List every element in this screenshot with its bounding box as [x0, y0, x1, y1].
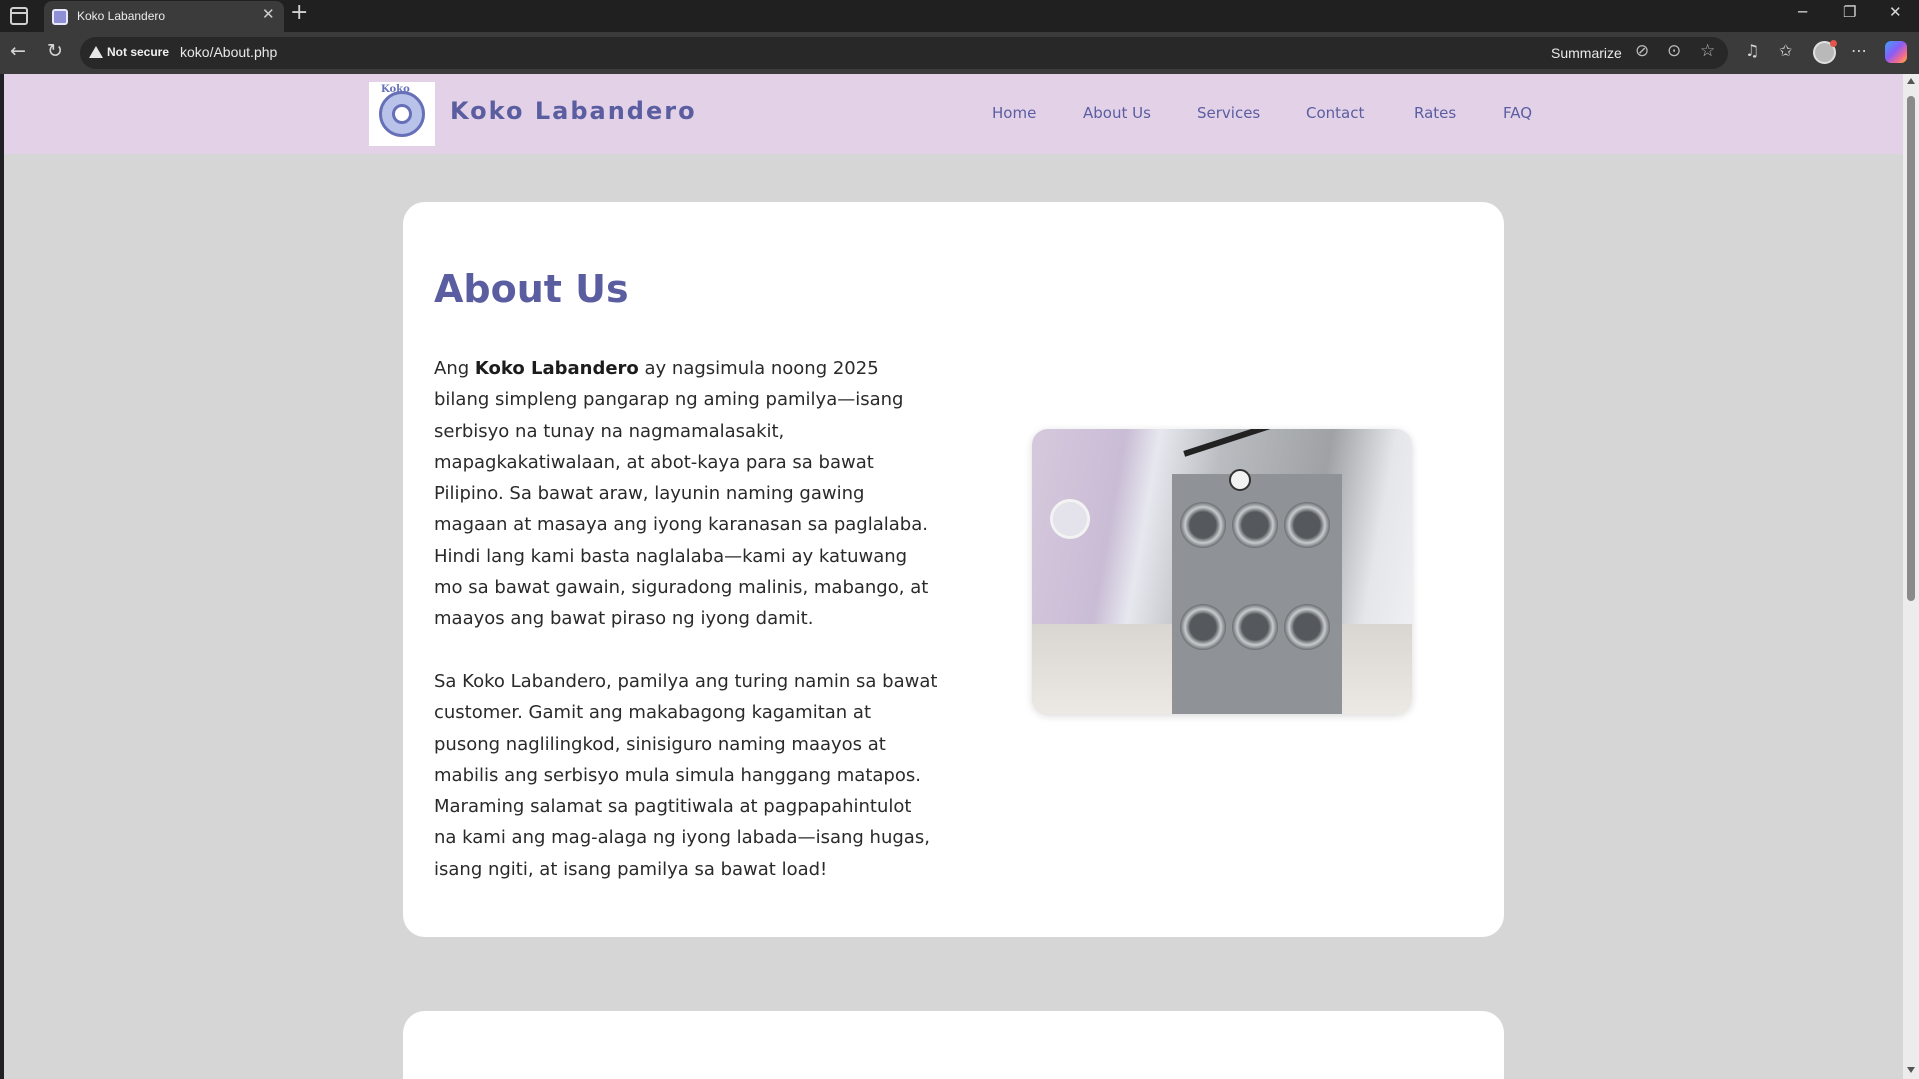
site-logo[interactable]: Koko — [369, 82, 435, 146]
new-tab-button[interactable]: + — [290, 2, 308, 24]
more-options-circle-icon[interactable]: ⊙ — [1667, 43, 1681, 60]
photo-washers — [1172, 474, 1342, 714]
p1-brand: Koko Labandero — [474, 358, 639, 379]
site-header: Koko Koko Labandero Home About Us Servic… — [4, 74, 1903, 154]
minimize-button[interactable]: ─ — [1798, 5, 1807, 20]
menu-icon[interactable]: ⋯ — [1851, 43, 1867, 59]
copilot-icon[interactable] — [1885, 41, 1907, 63]
favicon-icon — [52, 9, 68, 25]
security-status[interactable]: Not secure — [107, 45, 169, 59]
page-scrollbar[interactable] — [1903, 74, 1919, 1079]
logo-text: Koko — [381, 84, 410, 95]
browser-toolbar: ← ↻ Not secure koko/About.php Summarize … — [0, 32, 1919, 74]
page-viewport: Koko Koko Labandero Home About Us Servic… — [0, 74, 1919, 1079]
p1-start: Ang — [434, 358, 475, 379]
nav-faq[interactable]: FAQ — [1503, 104, 1532, 122]
washing-machine-icon — [379, 91, 425, 137]
washer-door — [1180, 604, 1226, 650]
summarize-button[interactable]: Summarize — [1551, 45, 1622, 61]
washer-door — [1284, 604, 1330, 650]
restore-button[interactable]: ❐ — [1843, 5, 1856, 20]
favorite-star-icon[interactable]: ☆ — [1700, 43, 1715, 60]
address-bar[interactable]: Not secure koko/About.php Summarize ⊘ ⊙ … — [80, 37, 1728, 69]
next-section-card — [403, 1011, 1504, 1079]
url-text[interactable]: koko/About.php — [180, 44, 277, 60]
page-title: About Us — [434, 267, 629, 311]
laundromat-photo — [1032, 429, 1412, 714]
back-icon[interactable]: ← — [10, 42, 26, 61]
nav-rates[interactable]: Rates — [1414, 104, 1456, 122]
notification-dot — [1830, 40, 1837, 47]
tracking-icon[interactable]: ⊘ — [1635, 43, 1649, 60]
logo-drum — [392, 104, 412, 124]
close-window-button[interactable]: ✕ — [1889, 5, 1902, 20]
tab-title: Koko Labandero — [77, 9, 166, 23]
photo-light-rail — [1183, 429, 1271, 457]
extensions-icon[interactable]: ♫ — [1745, 43, 1759, 59]
washer-door — [1232, 604, 1278, 650]
scroll-down-icon[interactable] — [1907, 1067, 1915, 1073]
reload-icon[interactable]: ↻ — [47, 42, 63, 61]
scroll-up-icon[interactable] — [1907, 78, 1915, 84]
about-card: About Us Ang Koko Labandero ay nagsimula… — [403, 202, 1504, 937]
tab-actions-icon[interactable] — [10, 7, 28, 25]
nav-home[interactable]: Home — [992, 104, 1036, 122]
p1-rest: ay nagsimula noong 2025 bilang simpleng … — [434, 358, 929, 630]
warning-icon — [89, 46, 103, 58]
nav-contact[interactable]: Contact — [1306, 104, 1364, 122]
washer-door — [1180, 502, 1226, 548]
scroll-thumb[interactable] — [1907, 96, 1915, 601]
browser-tab[interactable]: Koko Labandero ✕ — [44, 1, 284, 32]
photo-clock — [1229, 469, 1251, 491]
nav-services[interactable]: Services — [1197, 104, 1260, 122]
washer-door — [1284, 502, 1330, 548]
photo-fan — [1050, 499, 1090, 539]
about-paragraph-1: Ang Koko Labandero ay nagsimula noong 20… — [434, 353, 939, 635]
brand-name[interactable]: Koko Labandero — [450, 97, 697, 125]
close-tab-icon[interactable]: ✕ — [262, 7, 275, 22]
favorites-icon[interactable]: ✩ — [1779, 43, 1792, 59]
nav-about-us[interactable]: About Us — [1083, 104, 1151, 122]
washer-door — [1232, 502, 1278, 548]
browser-tab-bar: Koko Labandero ✕ + ─ ❐ ✕ — [0, 0, 1919, 32]
about-paragraph-2: Sa Koko Labandero, pamilya ang turing na… — [434, 671, 938, 880]
